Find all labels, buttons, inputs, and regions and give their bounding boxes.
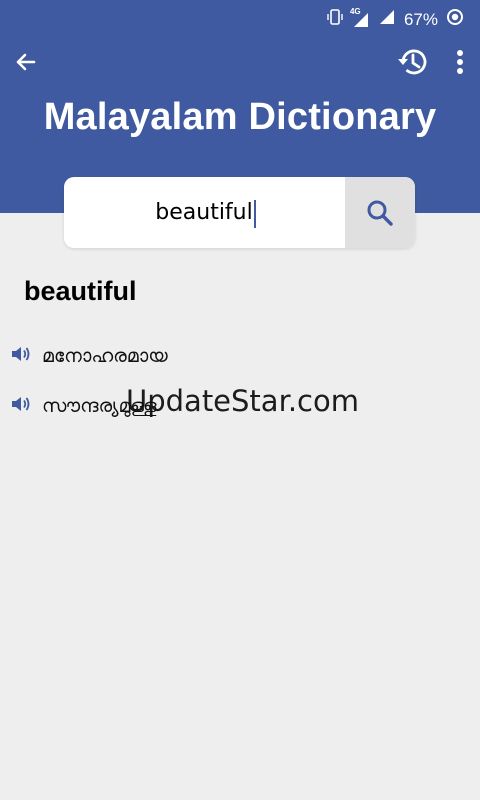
battery-icon bbox=[446, 8, 464, 31]
search-button[interactable] bbox=[345, 177, 415, 248]
watermark-text: UpdateStar.com bbox=[126, 384, 359, 418]
text-cursor bbox=[254, 200, 256, 228]
speaker-icon[interactable] bbox=[10, 393, 32, 419]
search-input[interactable] bbox=[64, 177, 344, 248]
result-word: beautiful bbox=[24, 276, 137, 306]
meaning-text: മനോഹരമായ bbox=[42, 345, 168, 367]
more-options-button[interactable] bbox=[450, 46, 470, 78]
page-title: Malayalam Dictionary bbox=[43, 96, 437, 138]
speaker-icon[interactable] bbox=[10, 343, 32, 369]
vibrate-icon bbox=[326, 8, 344, 31]
history-icon bbox=[398, 49, 427, 75]
meaning-item: മനോഹരമായ bbox=[10, 341, 168, 371]
search-box bbox=[64, 177, 415, 248]
signal-4g-icon: 4G bbox=[350, 7, 370, 29]
battery-percent: 67% bbox=[403, 9, 438, 29]
back-button[interactable] bbox=[10, 46, 42, 78]
network-type-label: 4G bbox=[349, 6, 361, 16]
signal-icon bbox=[378, 8, 396, 31]
search-icon bbox=[367, 200, 393, 226]
more-vert-icon bbox=[457, 50, 463, 74]
history-button[interactable] bbox=[394, 44, 430, 80]
status-bar: 4G 67% bbox=[0, 0, 480, 36]
toolbar bbox=[0, 40, 480, 84]
back-arrow-icon bbox=[16, 53, 36, 71]
